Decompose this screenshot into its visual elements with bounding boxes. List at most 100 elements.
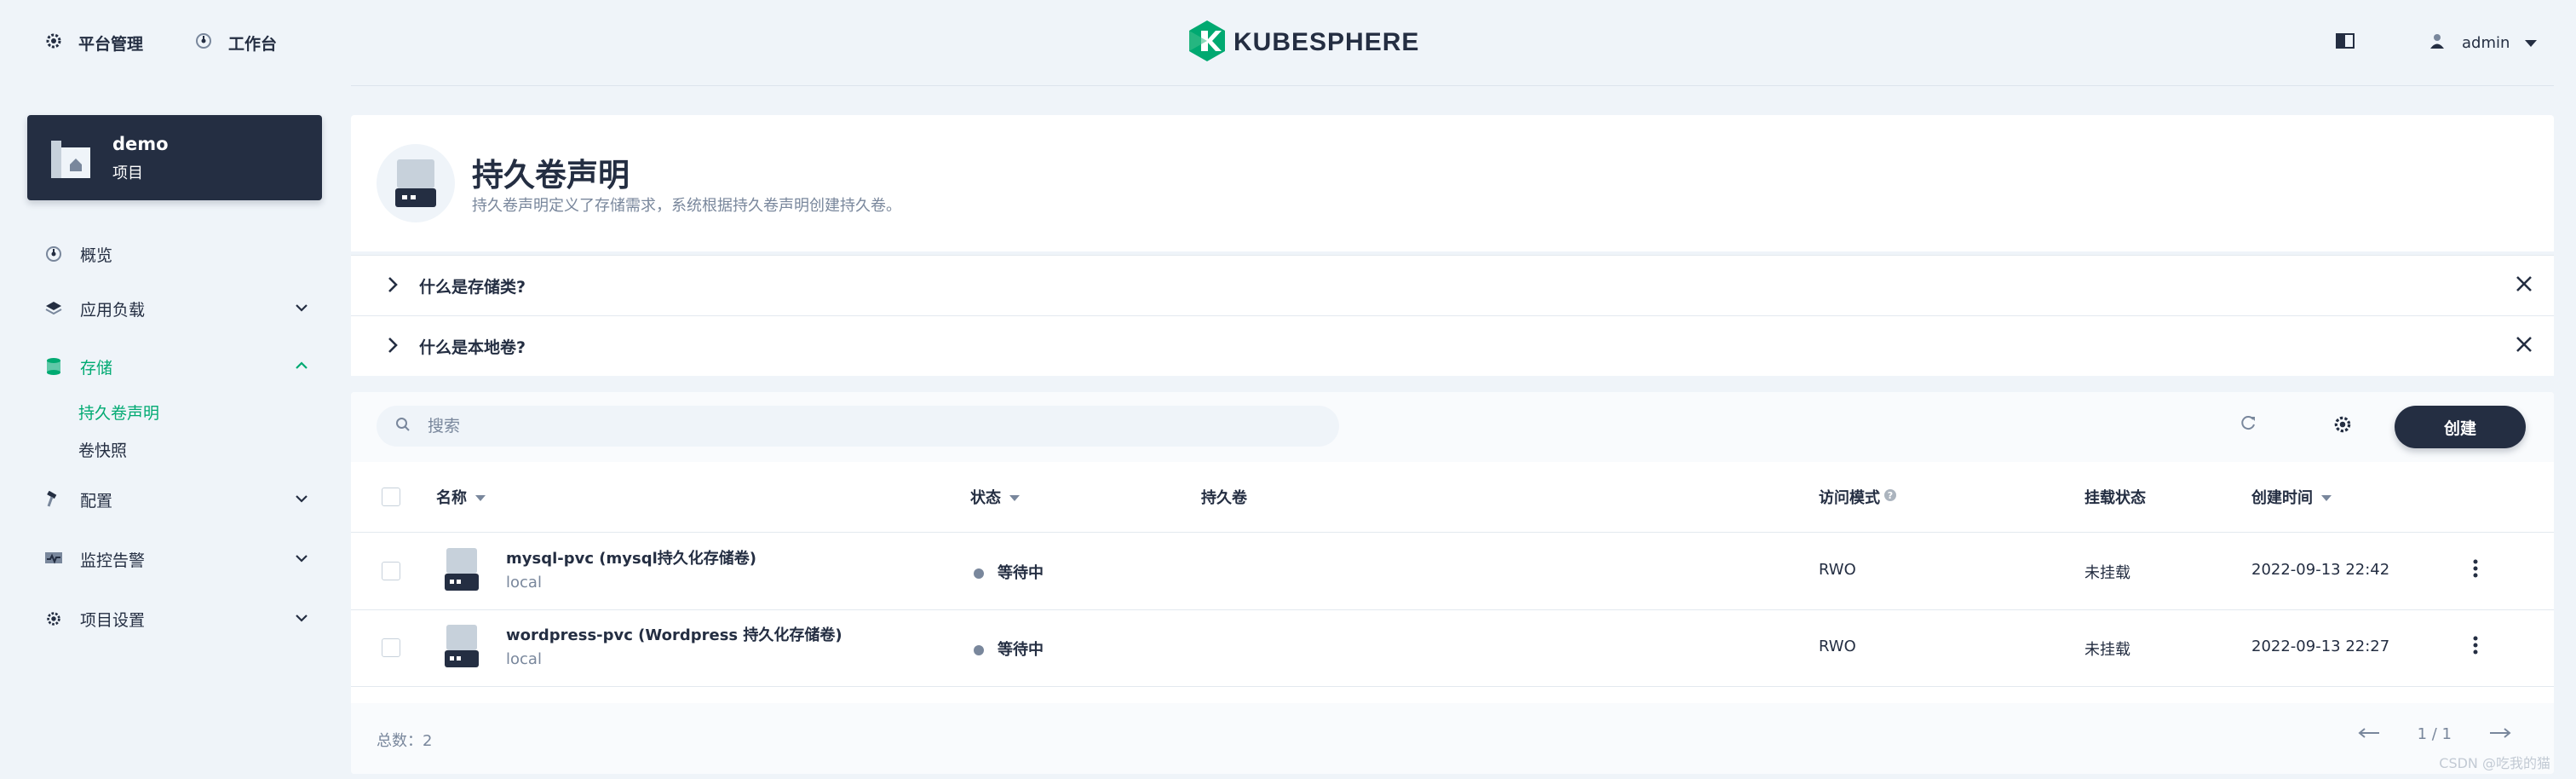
sidebar-subitem-pvc[interactable]: 持久卷声明 [78,401,159,424]
status-badge: 等待中 [974,561,1044,583]
filter-icon [1009,488,1020,506]
column-created-label: 创建时间 [2251,489,2313,507]
chevron-down-icon [295,491,308,510]
storage-class: local [506,574,542,591]
sidebar-item-label: 监控告警 [80,551,146,570]
page-banner: 持久卷声明 持久卷声明定义了存储需求，系统根据持久卷声明创建持久卷。 [351,115,2554,251]
row-checkbox[interactable] [382,562,400,580]
project-name: demo [112,134,169,154]
dashboard-icon [194,32,228,55]
chevron-right-icon [387,275,399,297]
sidebar-item-configuration[interactable]: 配置 [44,482,308,516]
dashboard-icon [44,245,63,263]
pvc-disk-icon [443,546,480,598]
select-all-checkbox[interactable] [382,488,400,506]
table-toolbar: 创建 [351,392,2554,462]
table-row[interactable]: mysql-pvc (mysql持久化存储卷) local 等待中 RWO 未挂… [351,533,2554,610]
sidebar-item-label: 概览 [80,245,113,265]
column-name[interactable]: 名称 [436,462,486,532]
page-description: 持久卷声明定义了存储需求，系统根据持久卷声明创建持久卷。 [472,197,901,215]
platform-management-button[interactable]: 平台管理 [44,26,143,60]
sidebar-item-workloads[interactable]: 应用负载 [44,291,308,326]
workbench-button[interactable]: 工作台 [194,26,277,60]
gear-icon[interactable] [2332,414,2353,438]
created-time-value: 2022-09-13 22:27 [2251,638,2390,655]
tip-local-volume[interactable]: 什么是本地卷? [351,315,2554,376]
help-icon[interactable]: ? [1883,488,1897,506]
table-row[interactable]: wordpress-pvc (Wordpress 持久化存储卷) local 等… [351,609,2554,687]
access-mode-value: RWO [1819,638,1856,655]
storage-class: local [506,650,542,668]
chevron-down-icon [295,300,308,319]
database-icon [44,357,63,376]
sidebar-subitem-volume-snapshots[interactable]: 卷快照 [78,438,127,461]
pvc-name-link[interactable]: mysql-pvc (mysql持久化存储卷) [506,546,756,568]
layout-toggle-icon [2336,32,2355,53]
user-name: admin [2462,33,2510,52]
status-dot [974,568,984,579]
search-input[interactable] [426,416,1281,436]
table-header: 名称 状态 持久卷 访问模式 ? 挂载状态 创建时间 [351,462,2554,533]
sidebar-item-monitoring[interactable]: 监控告警 [44,542,308,576]
chevron-down-icon [295,610,308,629]
chevron-down-icon [2525,34,2538,52]
column-status[interactable]: 状态 [970,462,1020,532]
pvc-name-link[interactable]: wordpress-pvc (Wordpress 持久化存储卷) [506,623,842,645]
page-title: 持久卷声明 [472,157,630,193]
sidebar-item-overview[interactable]: 概览 [44,237,308,271]
close-icon[interactable] [2515,335,2533,357]
create-button[interactable]: 创建 [2395,406,2526,448]
sidebar-item-label: 应用负载 [80,300,146,320]
kubesphere-logo[interactable]: KUBESPHERE [1189,20,1419,65]
refresh-icon[interactable] [2239,414,2257,436]
arrow-right-icon[interactable] [2489,725,2511,743]
gear-icon [44,609,63,628]
row-checkbox[interactable] [382,638,400,657]
page-indicator: 1 / 1 [2417,725,2452,743]
column-status-label: 状态 [970,489,1001,507]
status-dot [974,645,984,655]
workbench-label: 工作台 [228,34,278,54]
user-icon [2429,32,2445,54]
storage-disk-icon [377,144,455,222]
created-time-value: 2022-09-13 22:42 [2251,561,2390,579]
sort-icon [2321,488,2332,506]
table-footer: 总数：2 1 / 1 [351,703,2554,774]
column-mount-status: 挂载状态 [2084,462,2146,532]
access-mode-value: RWO [1819,561,1856,579]
pvc-disk-icon [443,623,480,675]
column-volume-label: 持久卷 [1201,489,1247,507]
kubesphere-logo-icon [1189,20,1225,65]
column-access-mode-label: 访问模式 [1819,489,1880,507]
tip-storage-class[interactable]: 什么是存储类? [351,255,2554,315]
pvc-table-panel: 创建 名称 状态 持久卷 访问模式 ? 挂载状态 创建时间 [351,392,2554,774]
monitor-icon [44,550,63,568]
more-actions-icon[interactable] [2472,558,2479,583]
sidebar-item-storage[interactable]: 存储 [44,349,308,384]
project-type: 项目 [112,164,143,182]
sidebar-item-project-settings[interactable]: 项目设置 [44,602,308,636]
close-icon[interactable] [2515,274,2533,297]
arrow-left-icon[interactable] [2358,725,2380,743]
search-bar[interactable] [377,406,1339,447]
hammer-icon [44,490,63,509]
total-count: 总数：2 [377,732,433,750]
layers-icon [44,299,63,318]
column-mount-status-label: 挂载状态 [2084,489,2146,507]
layout-toggle-button[interactable] [2336,26,2355,60]
status-text: 等待中 [998,641,1044,659]
user-menu[interactable]: admin [2429,26,2538,60]
chevron-down-icon [295,551,308,569]
chevron-right-icon [387,336,399,358]
column-volume: 持久卷 [1201,462,1247,532]
mount-status-value: 未挂载 [2084,641,2130,659]
top-divider [351,85,2554,86]
more-actions-icon[interactable] [2472,635,2479,660]
project-icon [49,136,92,183]
column-created[interactable]: 创建时间 [2251,462,2332,532]
gear-icon [44,32,78,55]
search-icon [377,417,426,436]
status-text: 等待中 [998,564,1044,582]
project-card[interactable]: demo 项目 [27,115,322,200]
sort-icon [475,488,486,506]
